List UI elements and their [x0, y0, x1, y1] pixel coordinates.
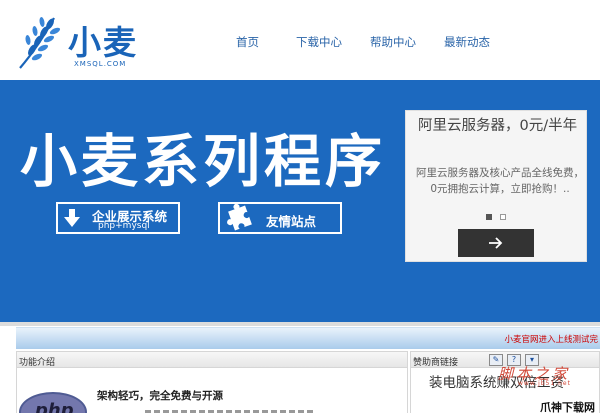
ad-dot-2[interactable] — [500, 214, 506, 220]
friend-links-button[interactable]: 友情站点 — [218, 202, 342, 234]
banner-title: 小麦系列程序 — [20, 129, 386, 195]
friend-links-label: 友情站点 — [266, 214, 317, 229]
nav-item-home[interactable]: 首页 — [236, 34, 272, 50]
nav-item-help[interactable]: 帮助中心 — [370, 34, 420, 50]
jiaoben-watermark-url: www.jb51.net — [518, 380, 571, 387]
ad-next-button[interactable] — [458, 229, 534, 257]
features-panel-header: 功能介绍 — [17, 352, 407, 368]
divider — [0, 322, 600, 326]
features-heading: 架构轻巧，完全免费与开源 — [97, 390, 223, 402]
puzzle-icon — [227, 204, 252, 231]
enterprise-system-button[interactable]: 企业展示系统 php+mysql — [56, 202, 180, 234]
features-panel-title: 功能介绍 — [19, 358, 56, 368]
aliyun-ad[interactable]: 阿里云服务器，0元/半年 阿里云服务器及核心产品全线免费， 0元拥抱云计算，立即… — [405, 110, 587, 262]
site-header: 小麦 XMSQL.COM 首页 下载中心 帮助中心 最新动态 — [0, 0, 600, 80]
download-arrow-icon — [64, 209, 80, 227]
announcement-bar: 小麦官网进入上线测试完 — [16, 327, 600, 349]
ad-title[interactable]: 阿里云服务器，0元/半年 — [418, 115, 586, 137]
main-nav: 首页 下载中心 帮助中心 最新动态 — [236, 34, 514, 50]
wheat-logo-icon — [19, 17, 61, 69]
php-logo-text: php — [35, 400, 74, 413]
xzz-watermark: 爪神下载网 — [540, 401, 595, 413]
enterprise-system-sublabel: php+mysql — [98, 221, 150, 231]
nav-item-downloads[interactable]: 下载中心 — [296, 34, 346, 50]
nav-item-news[interactable]: 最新动态 — [444, 34, 490, 50]
features-panel: 功能介绍 php 架构轻巧，完全免费与开源 — [16, 351, 408, 413]
sponsor-panel-title: 赞助商链接 — [413, 358, 459, 368]
arrow-right-icon — [489, 237, 503, 249]
ad-description: 阿里云服务器及核心产品全线免费， 0元拥抱云计算，立即抢购！.. — [416, 167, 584, 195]
logo-text: 小麦 — [68, 23, 138, 62]
announcement-text[interactable]: 小麦官网进入上线测试完 — [504, 333, 598, 345]
site-logo[interactable]: 小麦 XMSQL.COM — [14, 14, 154, 72]
php-logo-icon: php — [19, 392, 87, 413]
logo-domain: XMSQL.COM — [74, 60, 127, 68]
ad-dot-1[interactable] — [486, 214, 492, 220]
ad-pagination — [486, 214, 514, 220]
